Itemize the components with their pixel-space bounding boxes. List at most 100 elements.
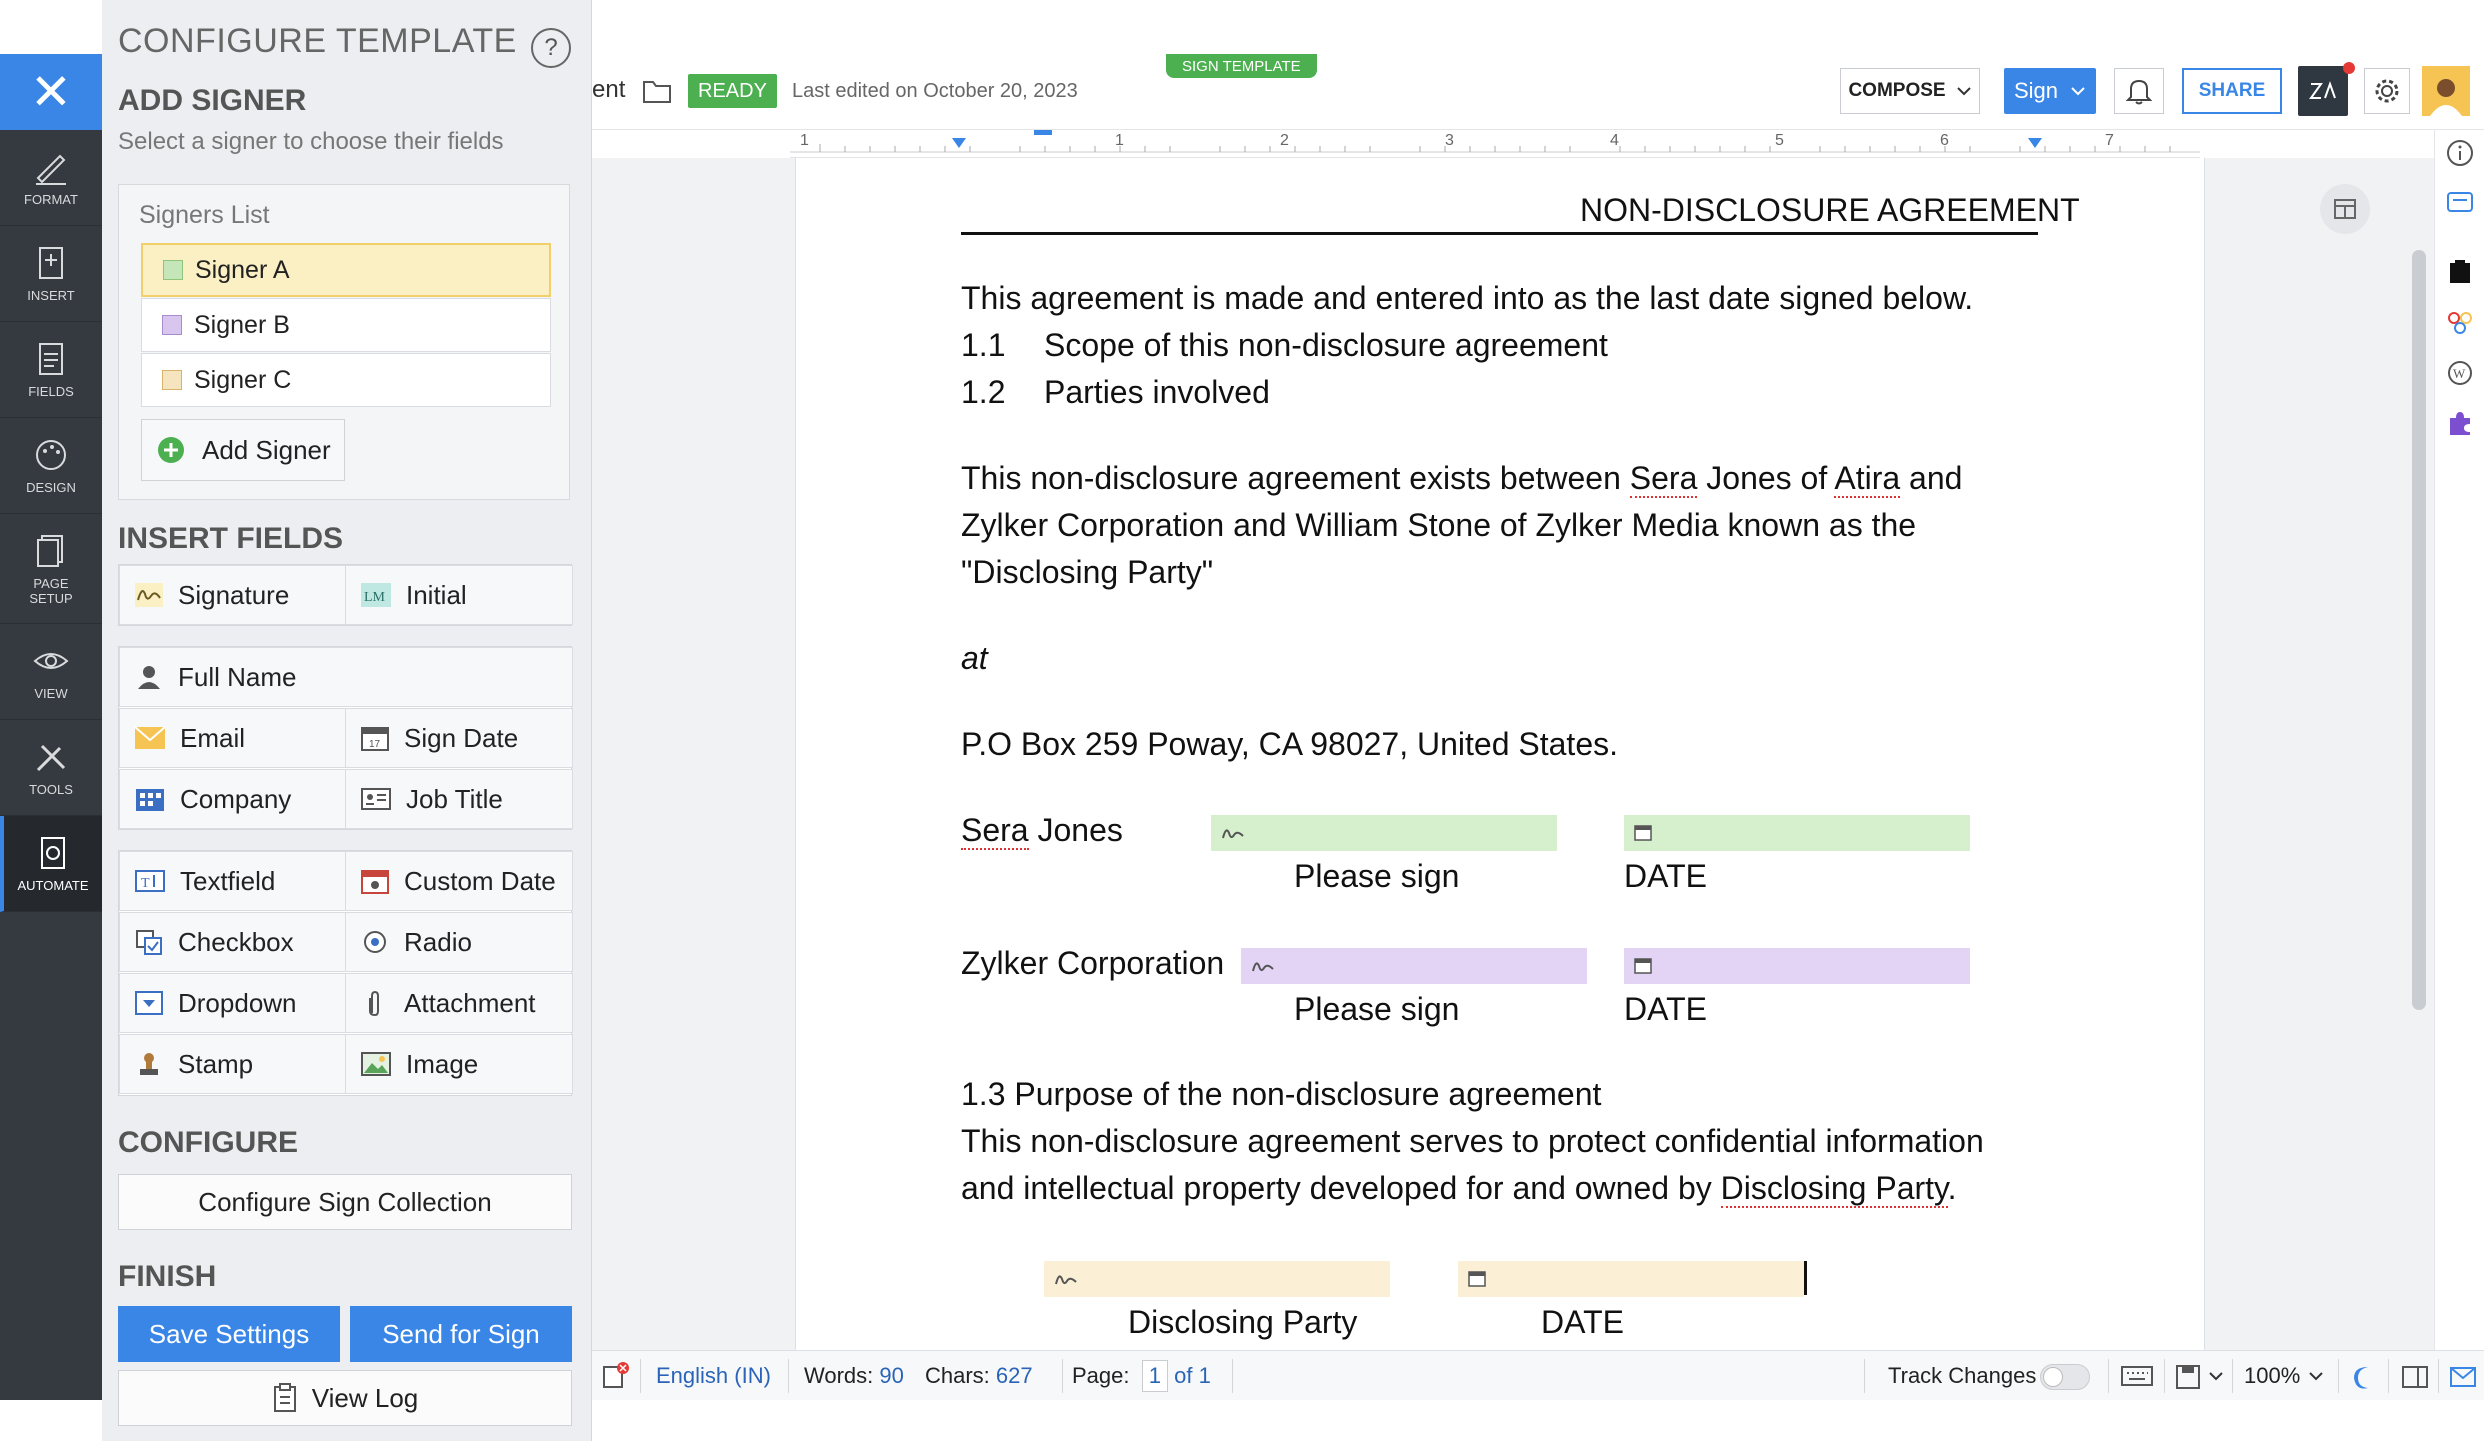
ruler[interactable]: 1 1 2 3 4 5 6 7 (790, 130, 2200, 158)
zoom-selector[interactable]: 100% (2244, 1351, 2324, 1401)
rail-automate[interactable]: AUTOMATE (0, 816, 102, 912)
rail-fields-label: FIELDS (28, 384, 74, 399)
insert-fields-heading: INSERT FIELDS (118, 522, 344, 555)
comments-icon[interactable] (2445, 188, 2475, 218)
rail-design[interactable]: DESIGN (0, 418, 102, 514)
textfield-field-button[interactable]: T Textfield (119, 851, 346, 911)
notion-icon[interactable] (2445, 258, 2475, 288)
page-setup-icon (37, 534, 63, 567)
rail-fields[interactable]: FIELDS (0, 322, 102, 418)
email-field-button[interactable]: Email (119, 708, 346, 768)
integrations-icon[interactable] (2445, 308, 2475, 338)
image-field-button[interactable]: Image (345, 1034, 573, 1094)
vertical-scrollbar[interactable] (2412, 250, 2426, 1010)
checkbox-field-label: Checkbox (178, 926, 294, 957)
signers-list-label: Signers List (139, 201, 270, 229)
chars-value: 627 (995, 1363, 1033, 1388)
signer-a-date-field[interactable] (1624, 815, 1970, 851)
extensions-icon[interactable] (2445, 408, 2475, 438)
add-signer-button[interactable]: Add Signer (141, 419, 345, 481)
signer-b-date-field[interactable] (1624, 948, 1970, 984)
initial-field-button[interactable]: LM Initial (345, 565, 573, 625)
save-settings-button[interactable]: Save Settings (118, 1306, 340, 1362)
signer-b-signature-field[interactable] (1241, 948, 1587, 984)
party-1-please-sign: Please sign (1294, 858, 1460, 894)
ruler-label-0: 1 (800, 132, 809, 149)
layout-toggle-button[interactable] (2320, 184, 2370, 234)
folder-icon[interactable] (642, 78, 672, 104)
notifications-button[interactable] (2114, 68, 2164, 114)
calendar-icon (1634, 958, 1652, 974)
job-title-field-button[interactable]: Job Title (345, 769, 573, 829)
configure-heading: CONFIGURE (118, 1126, 298, 1159)
help-icon[interactable]: ? (531, 28, 571, 68)
night-mode-icon[interactable] (2350, 1363, 2378, 1391)
signer-row-a[interactable]: Signer A (141, 243, 551, 297)
chevron-down-icon[interactable] (2208, 1371, 2224, 1381)
document-name[interactable]: ent (592, 76, 625, 104)
attachment-field-button[interactable]: Attachment (345, 973, 573, 1033)
rail-format-label: FORMAT (24, 192, 78, 207)
insert-icon (39, 247, 63, 279)
page-input[interactable]: 1 (1141, 1360, 1168, 1392)
send-for-sign-button[interactable]: Send for Sign (350, 1306, 572, 1362)
feedback-mail-icon[interactable] (2448, 1363, 2478, 1391)
dropdown-field-button[interactable]: Dropdown (119, 973, 346, 1033)
language-selector[interactable]: English (IN) (656, 1351, 771, 1401)
custom-date-field-button[interactable]: Custom Date (345, 851, 573, 911)
rail-page-setup[interactable]: PAGE SETUP (0, 514, 102, 624)
rail-view[interactable]: VIEW (0, 624, 102, 720)
view-log-button[interactable]: View Log (118, 1370, 572, 1426)
save-icon[interactable] (2174, 1363, 2204, 1391)
signer-row-c[interactable]: Signer C (141, 353, 551, 407)
job-title-field-label: Job Title (406, 783, 503, 814)
page-view-icon[interactable] (2400, 1363, 2430, 1391)
spellcheck-error-icon[interactable] (600, 1361, 630, 1391)
zia-button[interactable] (2298, 66, 2348, 116)
wordpress-icon[interactable]: W (2445, 358, 2475, 388)
document-page[interactable]: NON-DISCLOSURE AGREEMENT This agreement … (795, 158, 2370, 1350)
stamp-field-label: Stamp (178, 1048, 254, 1079)
sign-date-field-button[interactable]: 17 Sign Date (345, 708, 573, 768)
signer-c-label: Signer C (194, 365, 292, 394)
compose-button[interactable]: COMPOSE (1840, 68, 1980, 114)
custom-date-icon (361, 870, 389, 894)
signer-row-b[interactable]: Signer B (141, 298, 551, 352)
signature-icon (1055, 1275, 1077, 1285)
full-name-field-button[interactable]: Full Name (119, 647, 573, 707)
ruler-label-7: 7 (2105, 132, 2114, 149)
track-changes-toggle[interactable] (2040, 1364, 2090, 1390)
document-heading: NON-DISCLOSURE AGREEMENT (1580, 192, 2080, 228)
share-button[interactable]: SHARE (2182, 68, 2282, 114)
info-icon[interactable] (2445, 138, 2475, 168)
page-indicator: Page: 1 of 1 (1072, 1351, 1211, 1401)
keyboard-icon[interactable] (2120, 1363, 2154, 1389)
rail-format[interactable]: FORMAT (0, 130, 102, 226)
signature-field-button[interactable]: Signature (119, 565, 346, 625)
company-field-button[interactable]: Company (119, 769, 346, 829)
parties-paragraph-line2: Zylker Corporation and William Stone of … (961, 507, 1917, 543)
section-3-line2-c: . (1947, 1170, 1957, 1206)
stamp-field-button[interactable]: Stamp (119, 1034, 346, 1094)
rail-insert[interactable]: INSERT (0, 226, 102, 322)
svg-text:T: T (141, 876, 150, 891)
configure-sign-collection-button[interactable]: Configure Sign Collection (118, 1174, 572, 1230)
sign-button[interactable]: Sign (2004, 68, 2096, 114)
checkbox-field-button[interactable]: Checkbox (119, 912, 346, 972)
rail-insert-label: INSERT (27, 288, 75, 303)
radio-field-label: Radio (404, 926, 472, 957)
section-3-disclosing-party: Disclosing Party (1720, 1170, 1948, 1208)
close-icon[interactable]: ✕ (0, 54, 102, 130)
signer-c-date-field[interactable] (1458, 1261, 1804, 1297)
compose-label: COMPOSE (1848, 80, 1946, 101)
radio-field-button[interactable]: Radio (345, 912, 573, 972)
panel-title: CONFIGURE TEMPLATE (118, 22, 517, 60)
signature-icon (135, 583, 163, 607)
rail-tools[interactable]: TOOLS (0, 720, 102, 816)
signer-c-signature-field[interactable] (1044, 1261, 1390, 1297)
avatar[interactable] (2422, 66, 2470, 116)
settings-button[interactable] (2364, 68, 2410, 114)
signer-a-signature-field[interactable] (1211, 815, 1557, 851)
para1-text-b: Jones of (1697, 460, 1835, 496)
para1-atira: Atira (1834, 460, 1901, 498)
